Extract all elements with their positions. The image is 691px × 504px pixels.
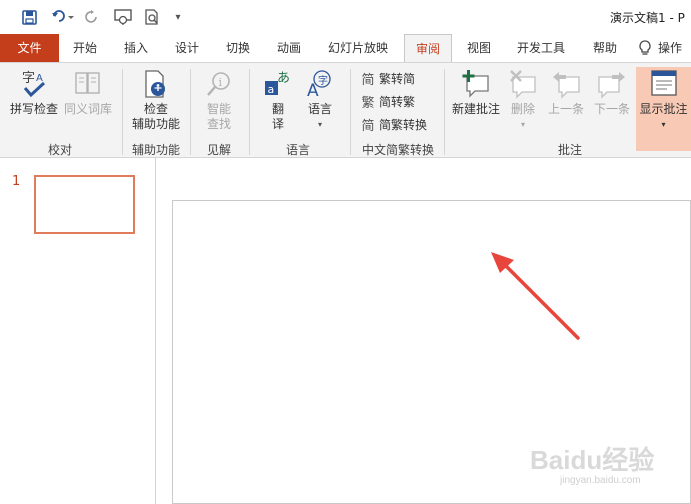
annotation-arrow — [491, 252, 580, 340]
watermark-logo: Baidu经验 — [530, 445, 655, 475]
watermark-url: jingyan.baidu.com — [560, 475, 641, 486]
